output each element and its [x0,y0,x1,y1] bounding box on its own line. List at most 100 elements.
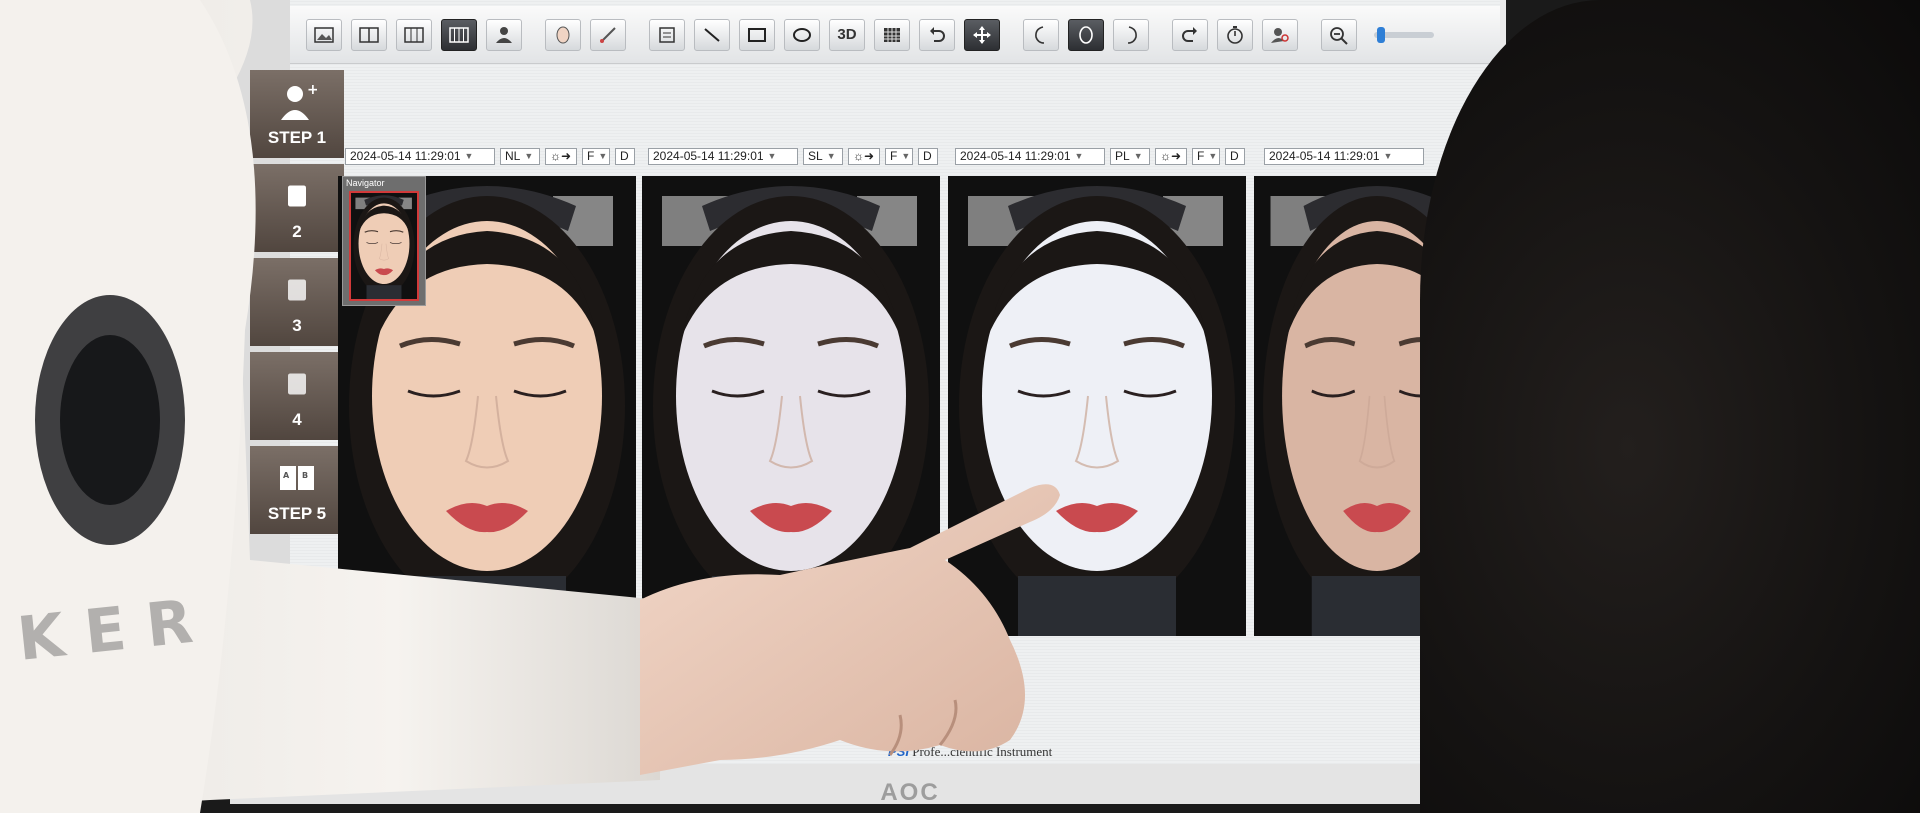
timestamp-text: 2024-05-14 11:29:01 [653,149,764,163]
timestamp-select[interactable]: 2024-05-14 11:29:01 ▼ [345,147,495,165]
chevron-down-icon: ▼ [826,151,836,161]
view-text: F [890,149,898,163]
step-label: 2 [292,222,302,241]
d-button[interactable]: D [918,147,938,165]
step-3-button[interactable]: 3 [250,258,344,346]
add-person-icon: + [277,82,317,122]
brush-icon[interactable] [590,18,626,51]
timestamp-text: 2024-05-14 11:29:01 [960,149,1071,163]
step-4-button[interactable]: 4 [250,352,344,440]
step-label: STEP 1 [267,128,327,147]
light-mode-text: SL [808,149,823,163]
view-text: F [587,149,595,163]
light-toggle-icon[interactable]: ☼➜ [848,147,880,165]
capture-header-3: 2024-05-14 11:29:01 ▼ PL ▼ ☼➜ F ▼ D [955,146,1245,166]
analysis-screen: 3D + STEP 1 2 3 4 A B STEP 5 2024-05-14 … [250,0,1500,770]
timestamp-text: 2024-05-14 11:29:01 [1269,149,1380,163]
light-mode-text: NL [505,149,521,163]
face-image-standard-light[interactable] [642,176,940,636]
face-thumbnail [351,193,417,299]
chevron-down-icon: ▼ [464,151,474,161]
grid-icon[interactable] [874,18,910,51]
image-icon[interactable] [306,18,342,51]
navigator-thumbnail[interactable] [349,191,419,301]
split4-icon[interactable] [441,18,477,51]
light-toggle-icon[interactable]: ☼➜ [1155,147,1187,165]
light-mode-select[interactable]: NL ▼ [500,147,540,165]
footer-text: Profe...cientific Instrument [908,744,1053,759]
step-sidebar: + STEP 1 2 3 4 AB STEP 5 [250,70,344,540]
3d-icon[interactable]: 3D [829,18,865,51]
chevron-down-icon: ▼ [1383,151,1393,161]
view-text: F [1197,149,1205,163]
chevron-down-icon: ▼ [767,151,777,161]
rectangle-icon[interactable] [739,18,775,51]
toolbar: 3D [290,6,1500,64]
svg-text:K E R: K E R [14,587,196,675]
face-front-icon[interactable] [1068,18,1104,51]
step-icon [277,364,317,404]
light-mode-text: PL [1115,149,1130,163]
note-icon[interactable] [649,18,685,51]
search-person-icon[interactable] [1262,18,1298,51]
timestamp-select[interactable]: 2024-05-14 11:29:01 ▼ [1264,147,1424,165]
monitor-brand: AOC [880,779,940,806]
zoom-out-icon[interactable] [1321,18,1357,51]
navigator-panel[interactable]: Navigator [342,176,426,306]
chevron-down-icon: ▼ [1074,151,1084,161]
light-mode-select[interactable]: SL ▼ [803,147,843,165]
book-icon: AB [277,458,317,498]
step-label: 3 [292,316,302,335]
face-icon[interactable] [545,18,581,51]
split2-icon[interactable] [351,18,387,51]
ellipse-icon[interactable] [784,18,820,51]
face-image-polarized-light[interactable] [948,176,1246,636]
face-photo [948,176,1246,636]
chevron-down-icon: ▼ [598,151,608,161]
footer-brand: PSI [888,744,909,759]
move-icon[interactable] [964,18,1000,51]
photo-scene: 3D + STEP 1 2 3 4 A B STEP 5 2024-05-14 … [0,0,1920,813]
face-photo [642,176,940,636]
timer-icon[interactable] [1217,18,1253,51]
line-icon[interactable] [694,18,730,51]
zoom-slider[interactable] [1374,26,1434,43]
step-2-button[interactable]: 2 [250,164,344,252]
view-select[interactable]: F ▼ [1192,147,1220,165]
chevron-down-icon: ▼ [901,151,911,161]
foreground-hair [1420,0,1920,813]
redo-icon[interactable] [1172,18,1208,51]
monitor: 3D + STEP 1 2 3 4 A B STEP 5 2024-05-14 … [230,0,1500,806]
view-select[interactable]: F ▼ [885,147,913,165]
step-5-button[interactable]: AB STEP 5 [250,446,344,534]
view-select[interactable]: F ▼ [582,147,610,165]
split3-icon[interactable] [396,18,432,51]
person-icon[interactable] [486,18,522,51]
step-icon [277,176,317,216]
face-right-icon[interactable] [1113,18,1149,51]
capture-header-1: 2024-05-14 11:29:01 ▼ NL ▼ ☼➜ F ▼ D [345,146,635,166]
undo-icon[interactable] [919,18,955,51]
svg-text:+: + [307,82,317,98]
chevron-down-icon: ▼ [1133,151,1143,161]
face-left-icon[interactable] [1023,18,1059,51]
d-button[interactable]: D [1225,147,1245,165]
light-mode-select[interactable]: PL ▼ [1110,147,1150,165]
chevron-down-icon: ▼ [524,151,534,161]
timestamp-select[interactable]: 2024-05-14 11:29:01 ▼ [955,147,1105,165]
footer-caption: PSI Profe...cientific Instrument [888,744,1052,760]
svg-text:B: B [302,471,308,480]
capture-header-2: 2024-05-14 11:29:01 ▼ SL ▼ ☼➜ F ▼ D [648,146,938,166]
step-icon [277,270,317,310]
step-1-button[interactable]: + STEP 1 [250,70,344,158]
capture-header-4: 2024-05-14 11:29:01 ▼ [1264,146,1424,166]
navigator-title: Navigator [346,178,385,188]
step-label: 4 [292,410,302,429]
d-button[interactable]: D [615,147,635,165]
light-toggle-icon[interactable]: ☼➜ [545,147,577,165]
timestamp-text: 2024-05-14 11:29:01 [350,149,461,163]
step-label: STEP 5 [267,504,327,523]
timestamp-select[interactable]: 2024-05-14 11:29:01 ▼ [648,147,798,165]
svg-text:A: A [283,471,290,480]
zoom-slider-knob[interactable] [1376,26,1385,43]
